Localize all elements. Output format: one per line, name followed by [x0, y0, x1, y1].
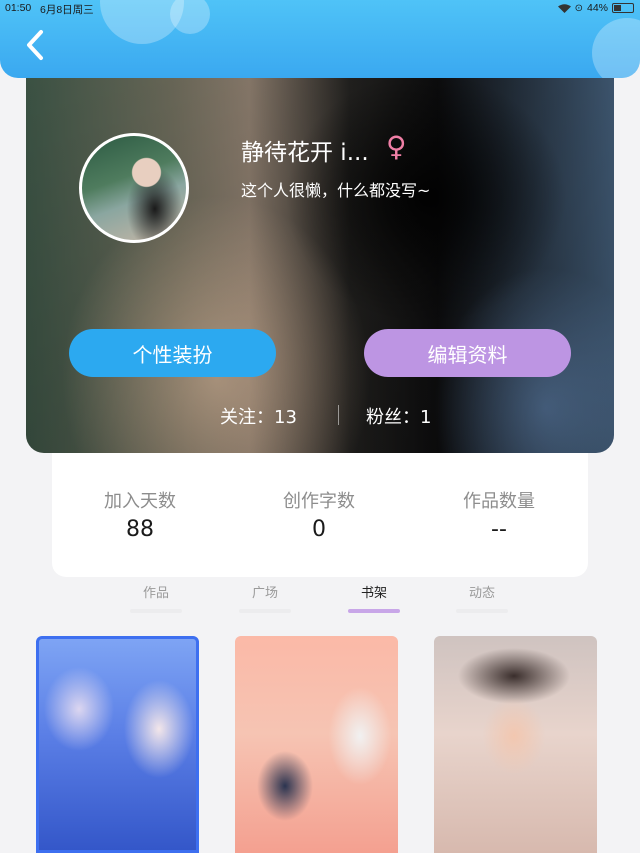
book-cover[interactable] [235, 636, 398, 853]
following-count[interactable]: 关注：13 [220, 403, 297, 429]
tab-indicator [456, 609, 508, 613]
dress-up-button[interactable]: 个性装扮 [69, 329, 276, 377]
status-date: 6月8日周三 [40, 4, 94, 16]
tab-label: 广场 [251, 586, 278, 601]
stat-value: 88 [126, 517, 154, 542]
avatar[interactable] [79, 133, 189, 243]
stat-label: 作品数量 [463, 491, 535, 512]
status-time: 01:50 [5, 2, 32, 14]
stat-word-count: 创作字数 0 [239, 487, 399, 542]
female-icon: ♀ [386, 130, 407, 163]
bookshelf-grid [0, 636, 640, 853]
edit-profile-button[interactable]: 编辑资料 [364, 329, 571, 377]
book-cover[interactable] [36, 636, 199, 853]
divider [338, 405, 339, 425]
tab-activity[interactable]: 动态 [442, 582, 522, 613]
stat-label: 创作字数 [283, 491, 355, 512]
tab-bar: 作品 广场 书架 动态 [0, 578, 640, 618]
stat-value: -- [491, 517, 507, 542]
battery-percent: 44% [586, 2, 608, 14]
stats-panel: 加入天数 88 创作字数 0 作品数量 -- [52, 453, 588, 577]
tab-label: 书架 [360, 586, 387, 601]
status-right: ⊙ 44% [557, 2, 634, 14]
book-cover[interactable] [434, 636, 597, 853]
tab-indicator [239, 609, 291, 613]
decor-bubble [592, 18, 640, 78]
user-bio: 这个人很懒，什么都没写~ [241, 181, 431, 200]
wifi-icon [557, 3, 571, 13]
tab-works[interactable]: 作品 [116, 582, 196, 613]
orientation-lock-icon: ⊙ [574, 2, 583, 14]
status-bar: 01:50 6月8日周三 ⊙ 44% [0, 0, 640, 18]
tab-indicator [130, 609, 182, 613]
tab-label: 动态 [468, 586, 495, 601]
chevron-left-icon[interactable] [22, 28, 48, 62]
fans-count[interactable]: 粉丝：1 [366, 403, 431, 429]
user-name: 静待花开 i... [241, 140, 369, 166]
stat-value: 0 [312, 517, 326, 542]
battery-icon [612, 3, 634, 13]
stat-label: 加入天数 [104, 491, 176, 512]
tab-label: 作品 [142, 586, 169, 601]
tab-indicator [348, 609, 400, 613]
stat-join-days: 加入天数 88 [60, 487, 220, 542]
tab-square[interactable]: 广场 [225, 582, 305, 613]
stat-works-count: 作品数量 -- [419, 487, 579, 542]
tab-bookshelf[interactable]: 书架 [334, 582, 414, 613]
profile-card: 静待花开 i... ♀ 这个人很懒，什么都没写~ 个性装扮 编辑资料 关注：13… [26, 78, 614, 453]
